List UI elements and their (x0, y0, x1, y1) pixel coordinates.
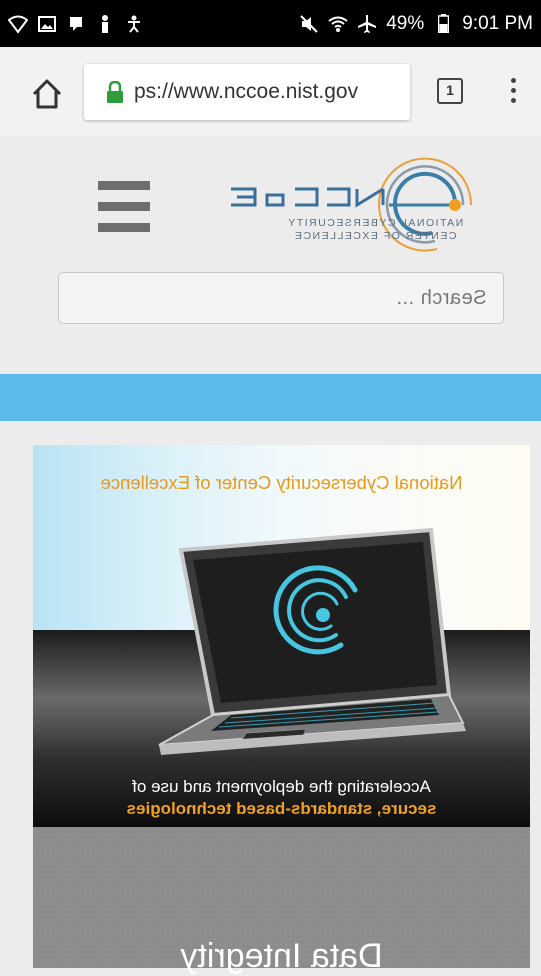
logo-line1: NATIONAL CYBERSECURITY (287, 217, 464, 229)
overflow-menu-button[interactable] (508, 75, 518, 109)
airplane-icon (357, 14, 377, 34)
home-button[interactable] (30, 77, 64, 111)
tab-switcher-button[interactable]: 1 (437, 78, 463, 104)
overflow-menu-icon (510, 78, 516, 83)
tile-title: Data Integrity (180, 937, 383, 975)
hamburger-icon (98, 181, 150, 190)
search-placeholder: Search ... (396, 287, 487, 309)
status-bar-left (8, 14, 144, 34)
hero-banner[interactable]: National Cybersecurity Center of Excelle… (33, 445, 530, 827)
nccoe-logo[interactable]: NATIONAL CYBERSECURITY CENTER OF EXCELLE… (195, 149, 507, 261)
address-bar[interactable]: ps://www.nccoe.nist.gov (84, 64, 410, 120)
browser-toolbar: ps://www.nccoe.nist.gov 1 (0, 47, 541, 137)
url-text: ps://www.nccoe.nist.gov (134, 80, 359, 103)
status-bar: 49% 9:01 PM (0, 0, 541, 47)
accent-bar (0, 374, 541, 421)
status-bar-right: 49% 9:01 PM (299, 13, 533, 35)
lock-icon (107, 81, 123, 103)
banner-subtitle-line1: Accelerating the deployment and use of (132, 777, 431, 796)
mute-icon (299, 14, 319, 34)
battery-icon (433, 14, 453, 34)
wifi-icon (328, 14, 348, 34)
search-input[interactable]: Search ... (58, 272, 504, 324)
hamburger-menu-button[interactable] (98, 181, 150, 233)
logo-line2: CENTER OF EXCELLENCE (293, 230, 456, 242)
notification-icon (66, 14, 86, 34)
banner-title: National Cybersecurity Center of Excelle… (100, 472, 463, 493)
wifi-calling-icon (8, 14, 28, 34)
home-icon (32, 79, 62, 109)
battery-percent: 49% (386, 12, 425, 34)
web-page: NATIONAL CYBERSECURITY CENTER OF EXCELLE… (0, 137, 541, 975)
clock-time: 9:01 PM (462, 12, 533, 34)
banner-subtitle-line2: secure, standards-based technologies (126, 799, 437, 818)
accessibility-icon (124, 14, 144, 34)
data-integrity-tile[interactable]: Data Integrity (33, 827, 530, 975)
figure-icon (95, 14, 115, 34)
image-icon (37, 14, 57, 34)
laptop-illustration (158, 527, 466, 755)
